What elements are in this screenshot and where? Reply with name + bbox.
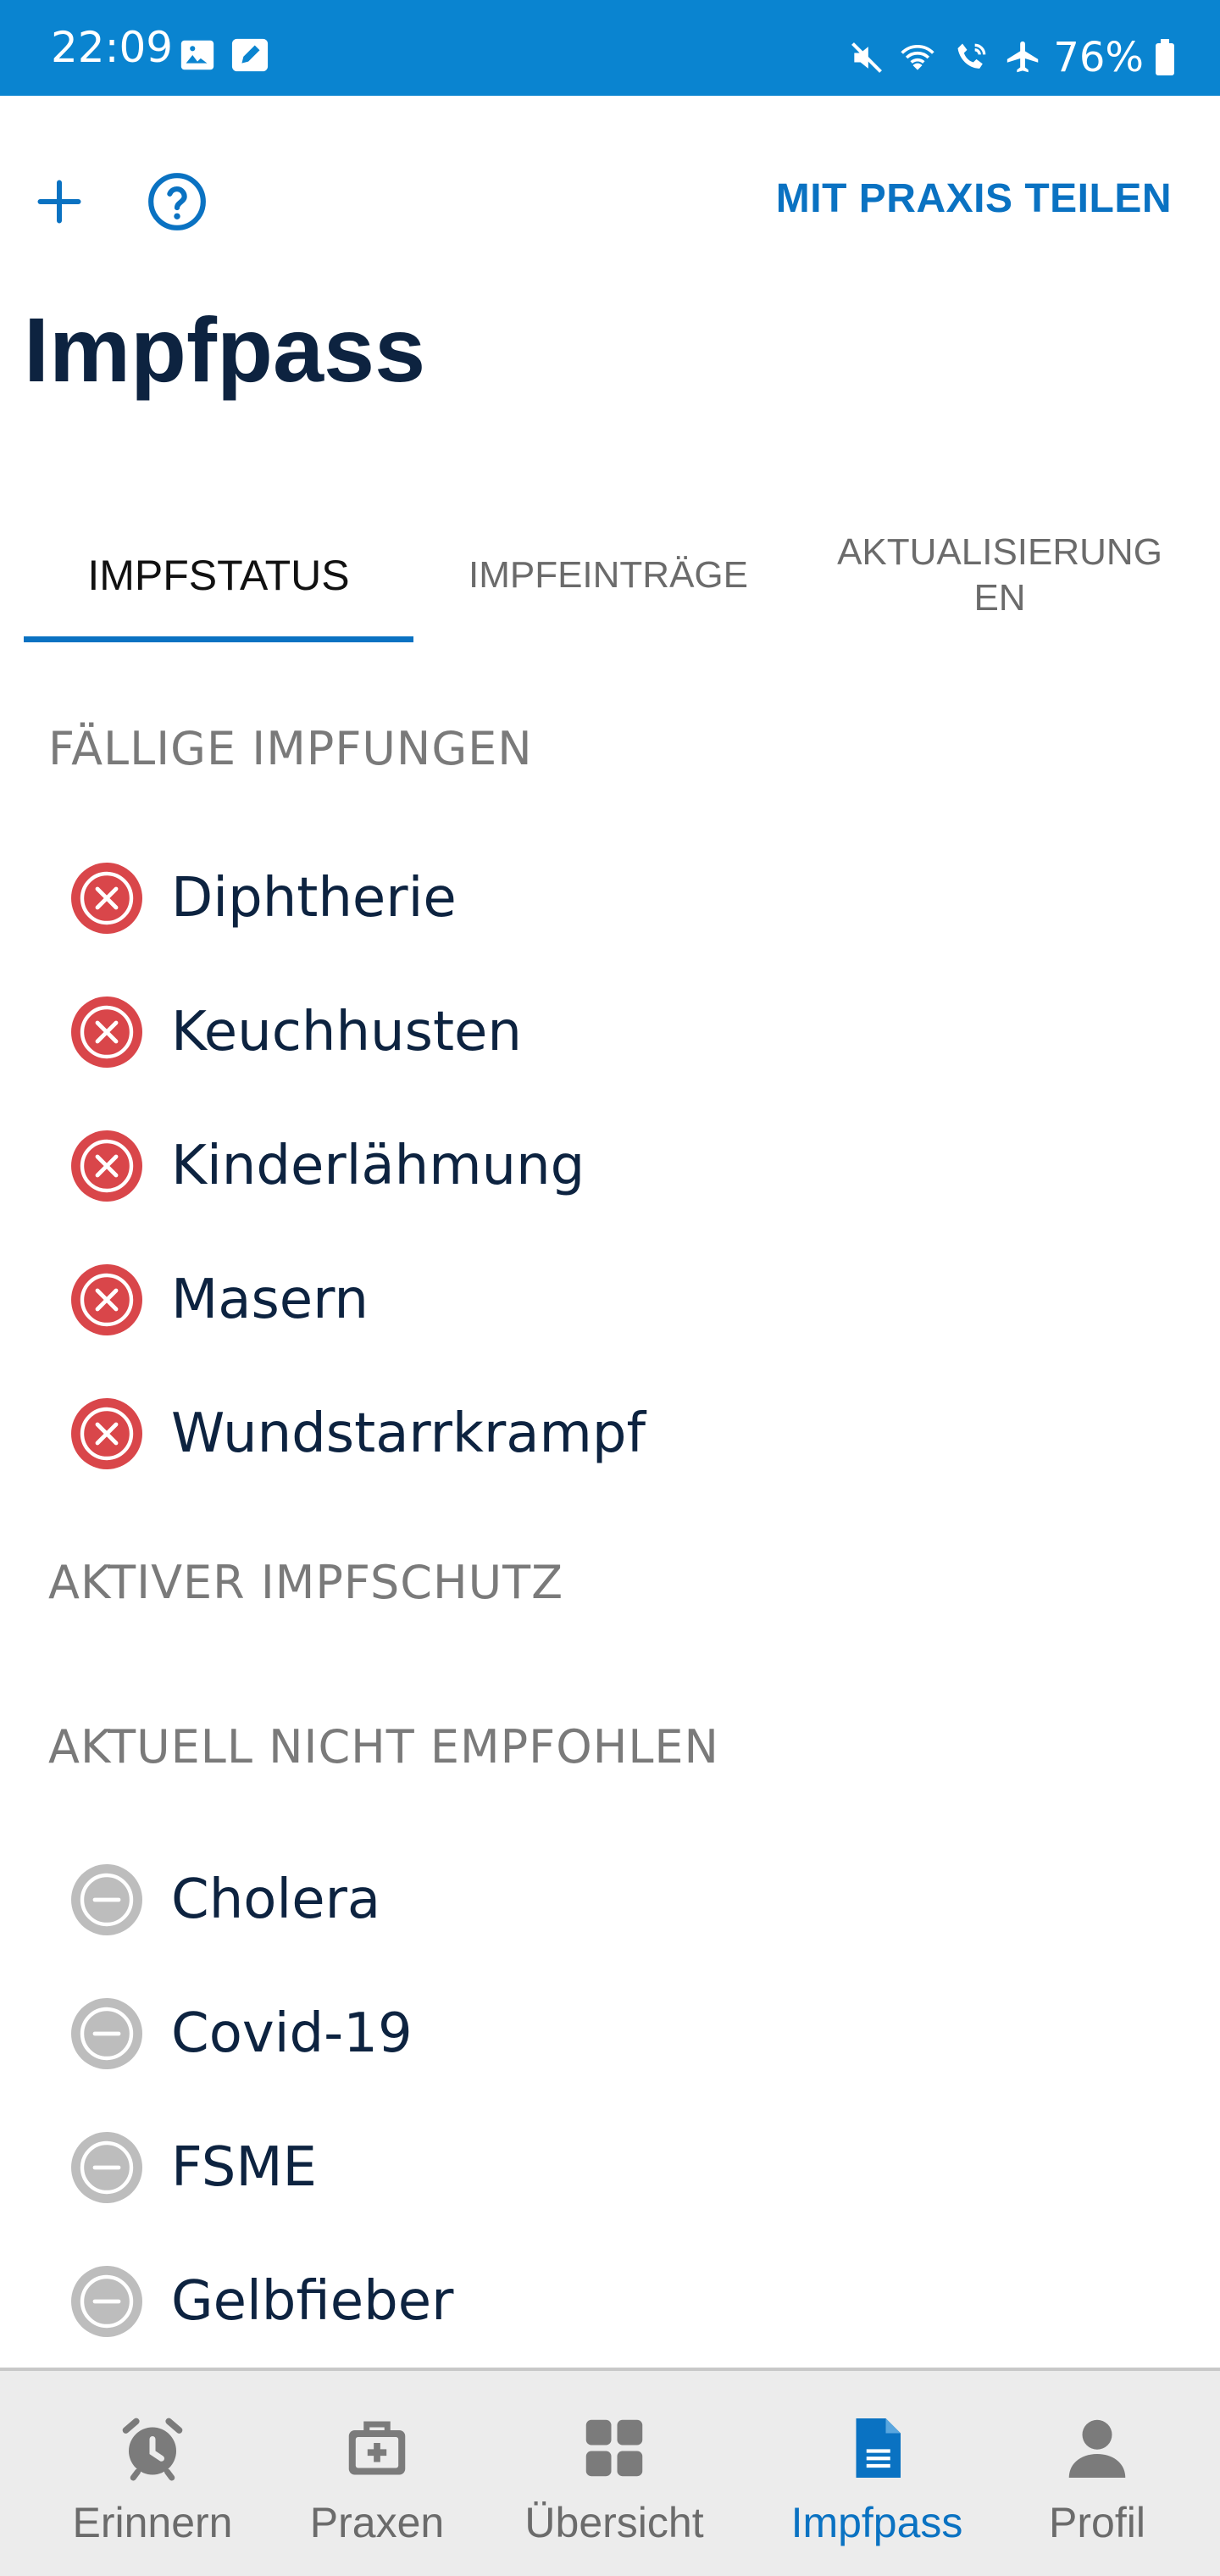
list-item[interactable]: Covid-19 — [69, 1991, 413, 2076]
minus-circle-icon — [71, 1864, 142, 1935]
vaccination-name: Keuchhusten — [171, 1001, 522, 1063]
image-icon — [180, 40, 214, 70]
nav-label: Impfpass — [790, 2499, 963, 2546]
person-icon — [1068, 2419, 1126, 2478]
list-item[interactable]: Gelbfieber — [69, 2259, 453, 2344]
document-icon — [856, 2418, 901, 2478]
dashboard-icon — [585, 2419, 643, 2477]
vaccination-name: Wundstarrkrampf — [171, 1402, 646, 1465]
vaccination-name: Covid-19 — [171, 2002, 413, 2065]
vaccination-name: FSME — [171, 2136, 317, 2199]
nav-item-profil[interactable]: Profil — [1000, 2371, 1195, 2574]
edit-icon — [231, 38, 269, 72]
add-button[interactable] — [28, 170, 91, 233]
status-left-icons — [178, 36, 271, 75]
bottom-navigation: Erinnern Praxen Übersicht Impfpass Profi… — [0, 2368, 1220, 2576]
nav-item-erinnern[interactable]: Erinnern — [34, 2371, 271, 2574]
status-right: 76% — [848, 31, 1176, 85]
status-time: 22:09 — [51, 23, 174, 72]
airplane-icon — [1007, 41, 1039, 73]
section-heading-active: AKTIVER IMPFSCHUTZ — [48, 1556, 564, 1609]
vaccination-name: Gelbfieber — [171, 2270, 454, 2333]
cross-circle-icon — [71, 1398, 142, 1469]
tab-impfeintraege[interactable]: IMPFEINTRÄGE — [413, 508, 803, 642]
vaccination-name: Diphtherie — [171, 867, 457, 930]
nav-label: Erinnern — [72, 2499, 233, 2546]
minus-circle-icon — [71, 2266, 142, 2337]
mute-icon — [851, 42, 883, 73]
list-item[interactable]: Wundstarrkrampf — [69, 1391, 646, 1476]
medical-bag-icon — [348, 2421, 406, 2475]
nav-label: Übersicht — [524, 2499, 704, 2546]
cross-circle-icon — [71, 863, 142, 934]
page-title: Impfpass — [24, 298, 426, 401]
wifi-icon — [901, 44, 934, 70]
help-button[interactable] — [146, 170, 208, 233]
list-item[interactable]: Keuchhusten — [69, 990, 522, 1074]
cross-circle-icon — [71, 1130, 142, 1202]
list-item[interactable]: Cholera — [69, 1857, 380, 1942]
tab-bar: IMPFSTATUS IMPFEINTRÄGE AKTUALISIERUNG E… — [24, 508, 1196, 642]
battery-percent: 76% — [1053, 34, 1144, 81]
share-with-practice-button[interactable]: MIT PRAXIS TEILEN — [776, 175, 1172, 222]
tab-aktualisierungen[interactable]: AKTUALISIERUNG EN — [803, 508, 1196, 642]
cross-circle-icon — [71, 997, 142, 1068]
section-heading-not-recommended: AKTUELL NICHT EMPFOHLEN — [48, 1720, 719, 1774]
top-bar: MIT PRAXIS TEILEN — [0, 96, 1220, 308]
list-item[interactable]: Kinderlähmung — [69, 1124, 585, 1208]
nav-label: Praxen — [309, 2499, 445, 2546]
vaccination-name: Cholera — [171, 1868, 381, 1931]
nav-item-impfpass[interactable]: Impfpass — [762, 2371, 991, 2574]
minus-circle-icon — [71, 2132, 142, 2203]
battery-icon — [1156, 39, 1174, 75]
list-item[interactable]: Masern — [69, 1257, 369, 1342]
cross-circle-icon — [71, 1264, 142, 1335]
vaccination-name: Kinderlähmung — [171, 1135, 585, 1197]
plus-icon — [37, 180, 81, 224]
status-bar: 22:09 76% — [0, 0, 1220, 96]
vaccination-name: Masern — [171, 1269, 369, 1331]
nav-label: Profil — [1049, 2499, 1145, 2546]
nav-item-uebersicht[interactable]: Übersicht — [500, 2371, 729, 2574]
help-icon — [148, 173, 206, 230]
list-item[interactable]: Diphtherie — [69, 856, 457, 941]
section-heading-due: FÄLLIGE IMPFUNGEN — [48, 722, 533, 775]
list-item[interactable]: FSME — [69, 2125, 317, 2210]
active-tab-indicator — [24, 636, 413, 642]
wifi-call-icon — [957, 43, 986, 69]
nav-item-praxen[interactable]: Praxen — [263, 2371, 491, 2574]
minus-circle-icon — [71, 1998, 142, 2069]
alarm-clock-icon — [122, 2418, 183, 2481]
tab-impfstatus[interactable]: IMPFSTATUS — [24, 508, 413, 642]
